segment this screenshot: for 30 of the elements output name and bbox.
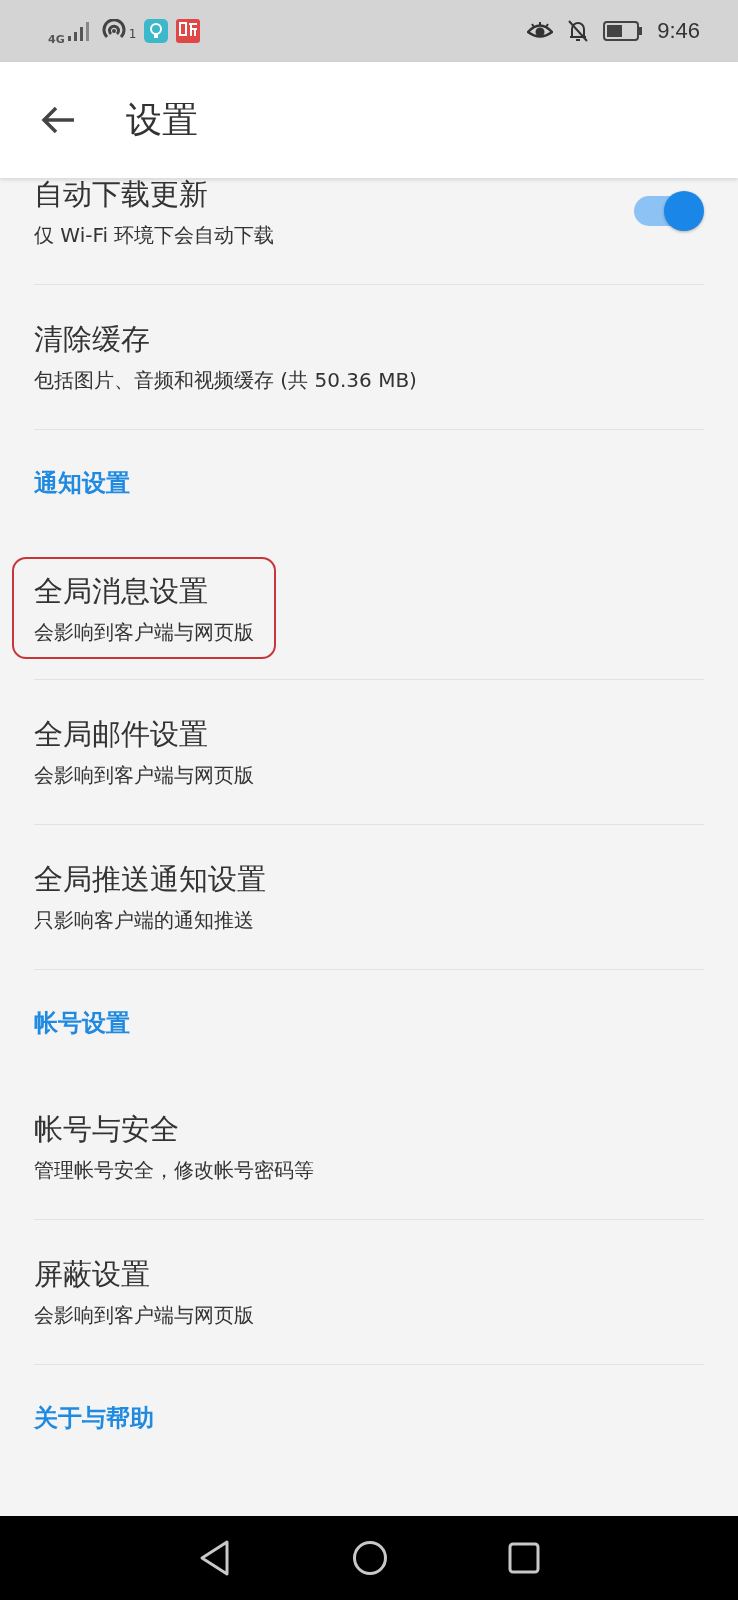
setting-description: 会影响到客户端与网页版 [34,762,254,788]
page-title: 设置 [126,97,198,142]
setting-description: 会影响到客户端与网页版 [34,619,254,645]
bell-off-icon [567,19,590,43]
back-icon[interactable] [198,1539,232,1577]
setting-description: 管理帐号安全，修改帐号密码等 [34,1157,314,1183]
section-heading: 关于与帮助 [34,1402,154,1434]
setting-title[interactable]: 帐号与安全 [34,1111,314,1147]
section-heading: 通知设置 [34,467,130,499]
home-icon[interactable] [352,1540,388,1576]
setting-description: 会影响到客户端与网页版 [34,1302,254,1328]
app-icon [144,19,169,43]
setting-title[interactable]: 全局推送通知设置 [34,861,266,897]
clock-time: 9:46 [657,18,700,44]
setting-description: 包括图片、音频和视频缓存 (共 50.36 MB) [34,367,417,393]
battery-icon [603,20,644,42]
network-label: 4G [48,32,65,46]
hotspot-count: 1 [128,26,137,41]
recents-icon[interactable] [508,1542,540,1574]
eye-icon [527,21,554,41]
setting-title[interactable]: 自动下载更新 [34,178,275,212]
setting-title[interactable]: 屏蔽设置 [34,1256,254,1292]
setting-description: 只影响客户端的通知推送 [34,907,255,933]
setting-title[interactable]: 全局邮件设置 [34,716,254,752]
setting-title[interactable]: 全局消息设置 [34,573,254,609]
setting-title[interactable]: 清除缓存 [34,321,417,357]
app-icon [176,19,201,43]
back-arrow-icon[interactable] [40,105,76,135]
section-heading: 帐号设置 [34,1007,130,1039]
setting-description: 仅 Wi-Fi 环境下会自动下载 [34,222,275,248]
